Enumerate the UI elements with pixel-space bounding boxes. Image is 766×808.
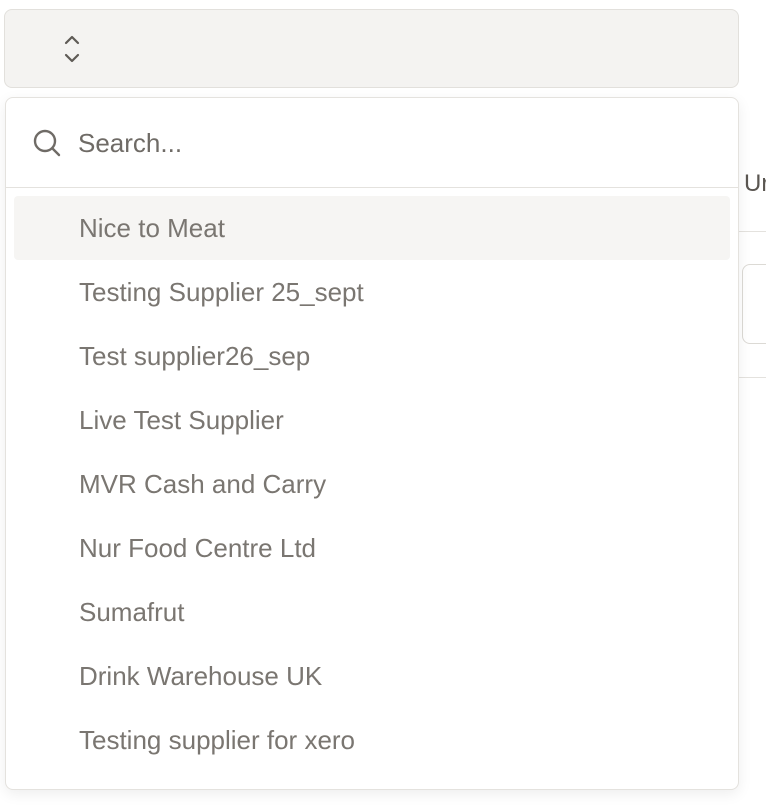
options-list: Nice to Meat Testing Supplier 25_sept Te… [6, 188, 738, 772]
supplier-dropdown: Nice to Meat Testing Supplier 25_sept Te… [5, 97, 739, 790]
option-item[interactable]: Test supplier26_sep [14, 324, 730, 388]
supplier-select-trigger[interactable] [4, 9, 739, 88]
background-input-field[interactable] [742, 264, 766, 344]
background-divider [738, 377, 766, 378]
option-item[interactable]: Nice to Meat [14, 196, 730, 260]
page: Ur Nice to Meat Testing Supplier 25_sept… [0, 0, 766, 808]
option-item[interactable]: Testing Supplier 25_sept [14, 260, 730, 324]
search-icon [33, 129, 61, 157]
option-item[interactable]: Drink Warehouse UK [14, 644, 730, 708]
search-bar [6, 98, 738, 188]
chevron-up-down-icon [64, 35, 80, 63]
background-divider [738, 231, 766, 232]
option-item[interactable]: Nur Food Centre Ltd [14, 516, 730, 580]
option-item[interactable]: Sumafrut [14, 580, 730, 644]
search-input[interactable] [78, 122, 718, 164]
option-item[interactable]: Live Test Supplier [14, 388, 730, 452]
background-column-label: Ur [744, 170, 766, 197]
option-item[interactable]: Testing supplier for xero [14, 708, 730, 772]
option-item[interactable]: MVR Cash and Carry [14, 452, 730, 516]
